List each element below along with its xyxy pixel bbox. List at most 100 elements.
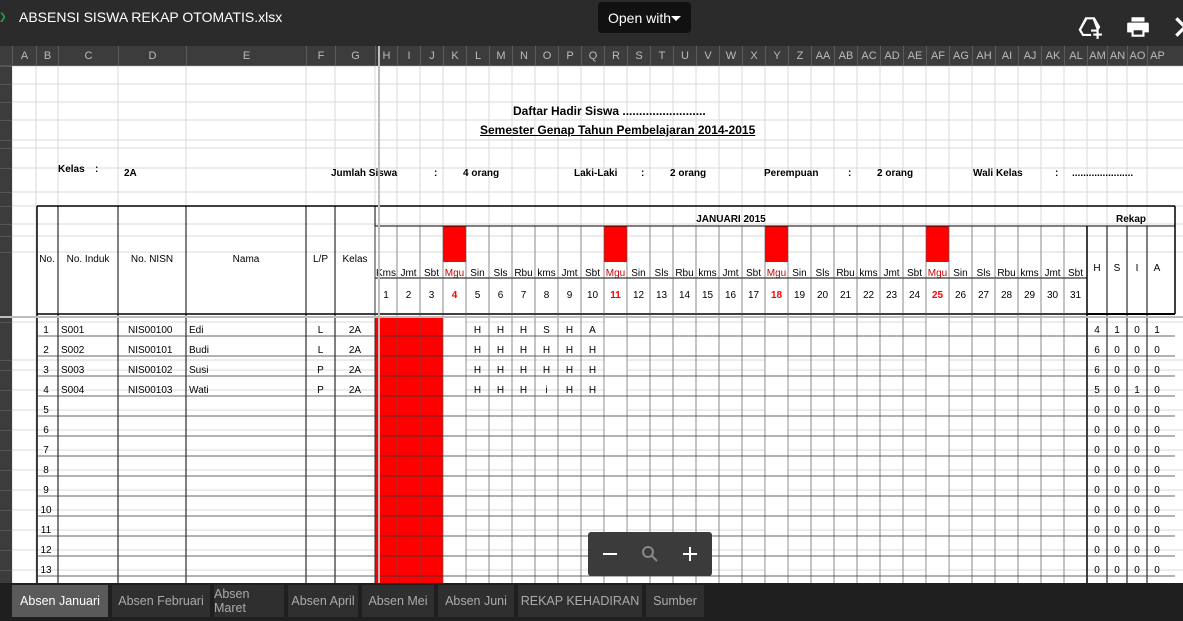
rekap-value: 0: [1134, 525, 1140, 536]
zoom-reset-button[interactable]: [630, 532, 670, 576]
date-3: 3: [428, 290, 435, 301]
close-icon[interactable]: [1172, 14, 1183, 40]
column-header-ac[interactable]: AC: [857, 46, 880, 66]
column-header-n[interactable]: N: [512, 46, 535, 66]
column-header-ag[interactable]: AG: [949, 46, 972, 66]
column-header-x[interactable]: X: [742, 46, 765, 66]
sheet-tab-rekap-kehadiran[interactable]: REKAP KEHADIRAN: [518, 585, 642, 617]
zoom-out-button[interactable]: [590, 532, 630, 576]
row-header-divider: [0, 224, 12, 225]
date-22: 22: [862, 290, 875, 301]
student-lp: L: [317, 325, 324, 336]
column-header-c[interactable]: C: [58, 46, 118, 66]
rekap-value: 0: [1114, 465, 1120, 476]
column-header-ah[interactable]: AH: [972, 46, 995, 66]
add-to-drive-icon[interactable]: [1077, 14, 1103, 40]
rekap-value: 0: [1154, 365, 1160, 376]
column-header-l[interactable]: L: [466, 46, 489, 66]
student-lp: L: [317, 345, 324, 356]
column-header-m[interactable]: M: [489, 46, 512, 66]
column-header-ae[interactable]: AE: [903, 46, 926, 66]
column-header-b[interactable]: B: [36, 46, 58, 66]
row-header-divider: [0, 66, 12, 67]
day-name-12: Sin: [631, 268, 646, 279]
sheet-tab-absen-februari[interactable]: Absen Februari: [112, 585, 210, 617]
column-header-s[interactable]: S: [627, 46, 650, 66]
column-header-ap[interactable]: AP: [1147, 46, 1167, 66]
column-header-r[interactable]: R: [604, 46, 627, 66]
date-2: 2: [405, 290, 412, 301]
column-header-ad[interactable]: AD: [880, 46, 903, 66]
column-header-ai[interactable]: AI: [995, 46, 1018, 66]
rekap-value: 4: [1094, 325, 1100, 336]
rekap-value: 0: [1154, 485, 1160, 496]
rekap-value: 0: [1154, 465, 1160, 476]
column-header-e[interactable]: E: [186, 46, 306, 66]
sheet-tab-absen-april[interactable]: Absen April: [288, 585, 358, 617]
date-12: 12: [632, 290, 645, 301]
column-header-u[interactable]: U: [673, 46, 696, 66]
day-name-20: Sls: [815, 268, 830, 279]
colon: :: [848, 168, 852, 179]
perempuan-value: 2 orang: [877, 168, 914, 179]
column-header-af[interactable]: AF: [926, 46, 949, 66]
sheet-tab-absen-mei[interactable]: Absen Mei: [362, 585, 434, 617]
attendance-mark: H: [542, 365, 551, 376]
column-header-ak[interactable]: AK: [1041, 46, 1064, 66]
column-header-k[interactable]: K: [443, 46, 466, 66]
attendance-mark: H: [519, 345, 528, 356]
kelas-label: Kelas: [58, 164, 85, 175]
column-header-i[interactable]: I: [397, 46, 420, 66]
open-with-button[interactable]: Open with: [598, 2, 691, 33]
column-header-d[interactable]: D: [118, 46, 186, 66]
rekap-value: 0: [1094, 525, 1100, 536]
column-header-p[interactable]: P: [558, 46, 581, 66]
date-7: 7: [520, 290, 527, 301]
column-header-ab[interactable]: AB: [834, 46, 857, 66]
day-name-23: Jmt: [883, 268, 900, 279]
column-header-v[interactable]: V: [696, 46, 719, 66]
column-header-w[interactable]: W: [719, 46, 742, 66]
column-header-t[interactable]: T: [650, 46, 673, 66]
column-header-f[interactable]: F: [306, 46, 335, 66]
rekap-value: 0: [1094, 505, 1100, 516]
column-header-aa[interactable]: AA: [811, 46, 834, 66]
day-name-30: Jmt: [1044, 268, 1061, 279]
rekap-value: 0: [1154, 565, 1160, 576]
column-header-aj[interactable]: AJ: [1018, 46, 1041, 66]
rekap-header-s: S: [1113, 263, 1121, 274]
column-header-a[interactable]: A: [12, 46, 36, 66]
attendance-mark: H: [519, 325, 528, 336]
wali-kelas-label: Wali Kelas: [973, 168, 1023, 179]
column-header-j[interactable]: J: [420, 46, 443, 66]
header-no-nisn: No. NISN: [130, 254, 174, 265]
student-no: 2: [43, 345, 49, 356]
attendance-mark: H: [588, 345, 597, 356]
sheet-tab-absen-januari[interactable]: Absen Januari: [12, 585, 108, 617]
student-nama: Budi: [189, 345, 210, 356]
row-header-divider: [0, 120, 12, 121]
date-10: 10: [586, 290, 599, 301]
sheet-tab-sumber[interactable]: Sumber: [646, 585, 704, 617]
sheet-tab-absen-maret[interactable]: Absen Maret: [214, 585, 284, 617]
date-26: 26: [954, 290, 967, 301]
column-header-q[interactable]: Q: [581, 46, 604, 66]
rekap-value: 0: [1094, 565, 1100, 576]
zoom-in-button[interactable]: [670, 532, 710, 576]
sheet-tab-absen-juni[interactable]: Absen Juni: [438, 585, 514, 617]
column-header-al[interactable]: AL: [1064, 46, 1087, 66]
rekap-value: 0: [1154, 545, 1160, 556]
print-icon[interactable]: [1125, 14, 1151, 40]
column-header-g[interactable]: G: [335, 46, 375, 66]
column-header-z[interactable]: Z: [788, 46, 811, 66]
column-header-ao[interactable]: AO: [1127, 46, 1147, 66]
column-header-an[interactable]: AN: [1107, 46, 1127, 66]
column-header-o[interactable]: O: [535, 46, 558, 66]
rekap-value: 0: [1134, 425, 1140, 436]
column-header-y[interactable]: Y: [765, 46, 788, 66]
date-4: 4: [451, 290, 458, 301]
day-name-27: Sls: [976, 268, 991, 279]
laki-laki-value: 2 orang: [670, 168, 707, 179]
column-header-am[interactable]: AM: [1087, 46, 1107, 66]
student-no: 10: [40, 505, 52, 516]
